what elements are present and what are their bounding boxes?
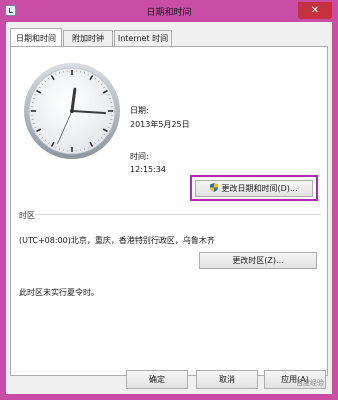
change-timezone-button[interactable]: 更改时区(Z)... [199, 252, 317, 269]
analog-clock [24, 63, 120, 159]
watermark: 百度经验 [296, 379, 324, 387]
uac-shield-icon [210, 183, 219, 192]
section-divider [35, 214, 321, 215]
cancel-button[interactable]: 取消 [196, 370, 258, 389]
ok-button[interactable]: 确定 [126, 370, 188, 389]
close-button[interactable]: ✕ [298, 2, 332, 19]
change-date-time-label: 更改日期和时间(D)... [221, 184, 298, 193]
date-value: 2013年5月25日 [130, 120, 190, 129]
time-label: 时间: [130, 152, 149, 161]
dst-note: 此时区未实行夏令时。 [19, 288, 99, 297]
timezone-section-label: 时区 [19, 211, 35, 220]
tab-additional-clocks[interactable]: 附加时钟 [63, 30, 113, 46]
change-date-time-button[interactable]: 更改日期和时间(D)... [195, 180, 313, 197]
window-frame: 日期和时间 ✕ 日期和时间 附加时钟 Internet 时间 日期: 2013年… [0, 0, 338, 400]
dialog-client: 日期和时间 附加时钟 Internet 时间 日期: 2013年5月25日 时间… [6, 22, 332, 394]
window-title: 日期和时间 [146, 8, 192, 18]
date-label: 日期: [130, 106, 149, 115]
time-value: 12:15:34 [130, 165, 166, 174]
tab-panel: 日期: 2013年5月25日 时间: 12:15:34 更改日期和时间(D)..… [10, 46, 328, 376]
clock-center [70, 109, 74, 113]
timezone-value: (UTC+08:00)北京，重庆，香港特别行政区，乌鲁木齐 [19, 236, 215, 245]
title-bar[interactable]: 日期和时间 ✕ [0, 0, 338, 22]
tab-date-time[interactable]: 日期和时间 [10, 28, 62, 46]
tab-internet-time[interactable]: Internet 时间 [114, 30, 172, 46]
